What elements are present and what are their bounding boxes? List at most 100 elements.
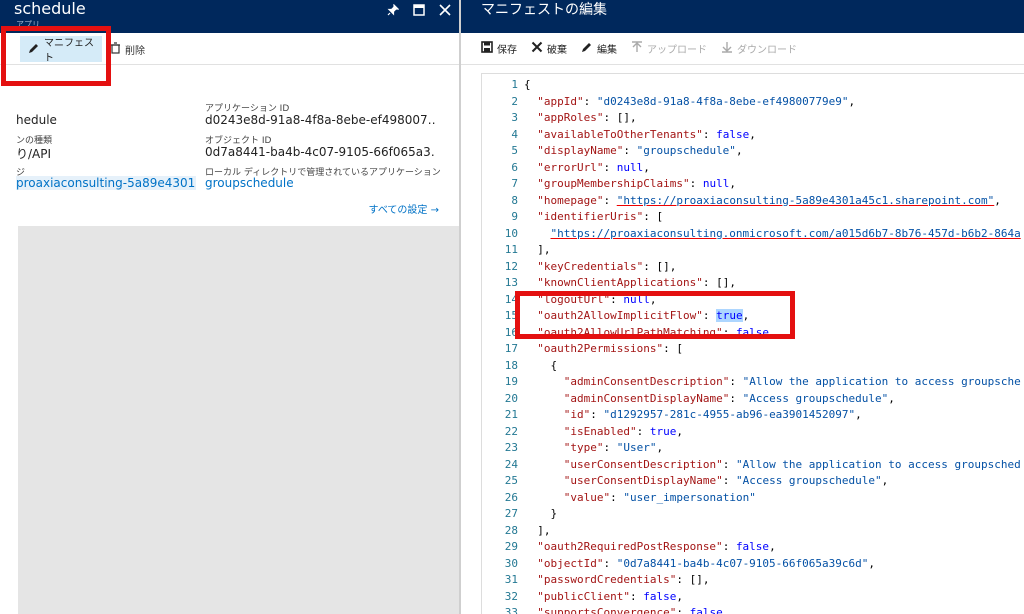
pin-icon[interactable]	[385, 2, 401, 18]
code-text[interactable]: "value": "user_impersonation"	[524, 490, 756, 507]
download-button[interactable]: ダウンロード	[721, 41, 797, 56]
code-line[interactable]: 18 {	[482, 358, 1024, 375]
code-text[interactable]: "oauth2RequiredPostResponse": false,	[524, 539, 775, 556]
code-text[interactable]: "keyCredentials": [],	[524, 259, 676, 276]
code-line[interactable]: 22 "isEnabled": true,	[482, 424, 1024, 441]
download-icon	[721, 41, 733, 56]
homepage-link[interactable]: proaxiaconsulting-5a89e4301…	[16, 176, 196, 190]
line-number: 24	[504, 457, 518, 471]
code-text[interactable]: "appId": "d0243e8d-91a8-4f8a-8ebe-ef4980…	[524, 94, 855, 111]
code-text[interactable]: "adminConsentDisplayName": "Access group…	[524, 391, 895, 408]
code-line[interactable]: 26 "value": "user_impersonation"	[482, 490, 1024, 507]
code-text[interactable]: {	[524, 358, 557, 375]
all-settings-link[interactable]: すべての設定 →	[369, 201, 439, 216]
code-text[interactable]: {	[524, 77, 531, 94]
code-text[interactable]: "knownClientApplications": [],	[524, 275, 736, 292]
discard-icon	[531, 41, 543, 56]
line-number: 10	[504, 226, 518, 240]
code-line[interactable]: 19 "adminConsentDescription": "Allow the…	[482, 374, 1024, 391]
line-number: 11	[504, 243, 518, 256]
code-text[interactable]: "id": "d1292957-281c-4955-ab96-ea3901452…	[524, 407, 862, 424]
download-label: ダウンロード	[737, 45, 797, 56]
all-settings-label: すべての設定 →	[368, 205, 439, 216]
code-line[interactable]: 28 ],	[482, 523, 1024, 540]
code-line[interactable]: 33 "supportsConvergence": false,	[482, 605, 1024, 614]
json-code-editor[interactable]: 1{2 "appId": "d0243e8d-91a8-4f8a-8ebe-ef…	[481, 73, 1024, 614]
maximize-icon[interactable]	[411, 2, 427, 18]
code-line[interactable]: 7 "groupMembershipClaims": null,	[482, 176, 1024, 193]
code-text[interactable]: "errorUrl": null,	[524, 160, 650, 177]
code-line[interactable]: 23 "type": "User",	[482, 440, 1024, 457]
code-line[interactable]: 9 "identifierUris": [	[482, 209, 1024, 226]
code-text[interactable]: "appRoles": [],	[524, 110, 636, 127]
line-number: 3	[511, 111, 518, 124]
upload-button[interactable]: アップロード	[631, 41, 707, 56]
code-text[interactable]: "https://proaxiaconsulting.onmicrosoft.c…	[524, 226, 1021, 243]
code-line[interactable]: 27 }	[482, 506, 1024, 523]
code-line[interactable]: 21 "id": "d1292957-281c-4955-ab96-ea3901…	[482, 407, 1024, 424]
code-text[interactable]: }	[524, 506, 557, 523]
code-line[interactable]: 30 "objectId": "0d7a8441-ba4b-4c07-9105-…	[482, 556, 1024, 573]
code-text[interactable]: "passwordCredentials": [],	[524, 572, 709, 589]
line-number: 6	[511, 160, 518, 174]
code-text[interactable]: "oauth2Permissions": [	[524, 341, 683, 358]
code-line[interactable]: 24 "userConsentDescription": "Allow the …	[482, 457, 1024, 474]
code-text[interactable]: "availableToOtherTenants": false,	[524, 127, 756, 144]
line-number: 22	[504, 424, 518, 438]
code-text[interactable]: "displayName": "groupschedule",	[524, 143, 742, 160]
code-line[interactable]: 10 "https://proaxiaconsulting.onmicrosof…	[482, 226, 1024, 243]
save-label: 保存	[497, 45, 517, 56]
close-icon[interactable]	[437, 2, 453, 18]
code-text[interactable]: "supportsConvergence": false,	[524, 605, 729, 614]
app-type-value: り/API	[16, 147, 52, 161]
manifest-highlight-box	[1, 26, 111, 86]
code-line[interactable]: 6 "errorUrl": null,	[482, 160, 1024, 177]
code-line[interactable]: 32 "publicClient": false,	[482, 589, 1024, 606]
code-line[interactable]: 12 "keyCredentials": [],	[482, 259, 1024, 276]
code-text[interactable]: "userConsentDisplayName": "Access groups…	[524, 473, 889, 490]
delete-button[interactable]: 削除	[110, 36, 145, 62]
edit-button[interactable]: 編集	[581, 41, 617, 56]
code-text[interactable]: "publicClient": false,	[524, 589, 683, 606]
discard-button[interactable]: 破棄	[531, 41, 567, 56]
app-blade-title: schedule	[14, 0, 86, 18]
line-number: 14	[504, 292, 518, 306]
code-line[interactable]: 31 "passwordCredentials": [],	[482, 572, 1024, 589]
delete-button-label: 削除	[125, 45, 145, 57]
line-number: 20	[504, 391, 518, 405]
code-line[interactable]: 17 "oauth2Permissions": [	[482, 341, 1024, 358]
code-text[interactable]: "objectId": "0d7a8441-ba4b-4c07-9105-66f…	[524, 556, 875, 573]
line-number: 13	[504, 276, 518, 289]
code-line[interactable]: 29 "oauth2RequiredPostResponse": false,	[482, 539, 1024, 556]
code-text[interactable]: "identifierUris": [	[524, 209, 663, 226]
code-line[interactable]: 11 ],	[482, 242, 1024, 259]
code-text[interactable]: "homepage": "https://proaxiaconsulting-5…	[524, 193, 1001, 210]
code-line[interactable]: 5 "displayName": "groupschedule",	[482, 143, 1024, 160]
line-number: 33	[504, 606, 518, 614]
upload-icon	[631, 41, 643, 56]
manifest-blade-title: マニフェストの編集	[481, 2, 607, 18]
code-text[interactable]: ],	[524, 242, 550, 259]
code-text[interactable]: ],	[524, 523, 550, 540]
line-number: 9	[511, 210, 518, 223]
code-line[interactable]: 8 "homepage": "https://proaxiaconsulting…	[482, 193, 1024, 210]
line-number: 29	[504, 540, 518, 553]
code-text[interactable]: "type": "User",	[524, 440, 663, 457]
code-line[interactable]: 1{	[482, 77, 1024, 94]
code-line[interactable]: 2 "appId": "d0243e8d-91a8-4f8a-8ebe-ef49…	[482, 94, 1024, 111]
line-number: 19	[504, 375, 518, 388]
upload-label: アップロード	[647, 45, 707, 56]
code-line[interactable]: 25 "userConsentDisplayName": "Access gro…	[482, 473, 1024, 490]
code-text[interactable]: "adminConsentDescription": "Allow the ap…	[524, 374, 1021, 391]
code-line[interactable]: 20 "adminConsentDisplayName": "Access gr…	[482, 391, 1024, 408]
code-text[interactable]: "groupMembershipClaims": null,	[524, 176, 736, 193]
object-id-value: 0d7a8441-ba4b-4c07-9105-66f065a3…	[205, 145, 435, 159]
code-text[interactable]: "isEnabled": true,	[524, 424, 683, 441]
save-button[interactable]: 保存	[481, 41, 517, 56]
code-line[interactable]: 13 "knownClientApplications": [],	[482, 275, 1024, 292]
managed-app-link[interactable]: groupschedule	[205, 176, 294, 190]
line-number: 16	[504, 325, 518, 339]
code-line[interactable]: 4 "availableToOtherTenants": false,	[482, 127, 1024, 144]
code-text[interactable]: "userConsentDescription": "Allow the app…	[524, 457, 1021, 474]
code-line[interactable]: 3 "appRoles": [],	[482, 110, 1024, 127]
